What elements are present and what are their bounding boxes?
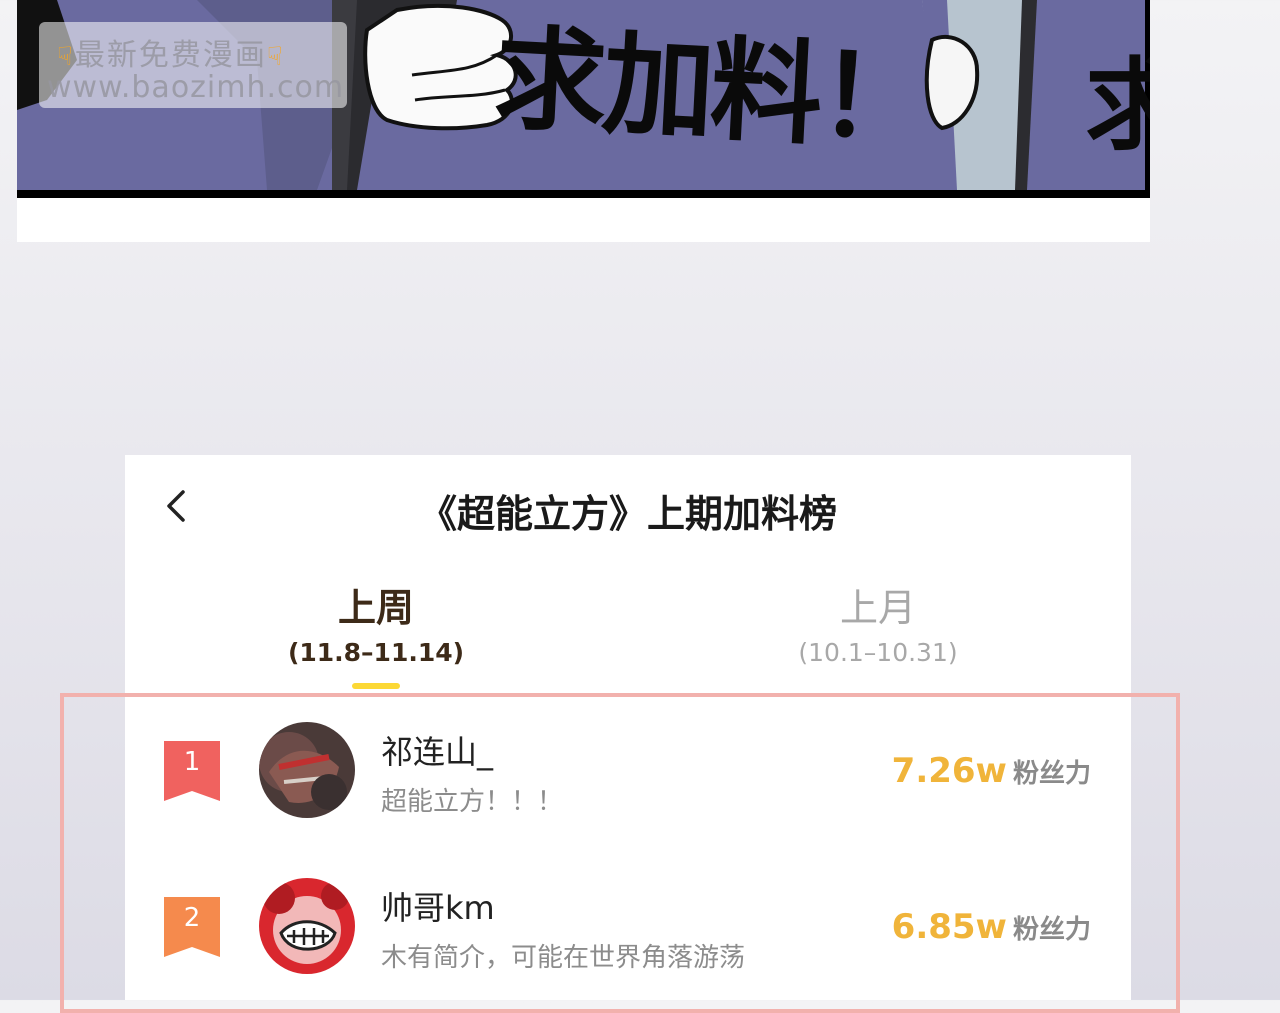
page-title: 《超能立方》上期加料榜 bbox=[418, 492, 837, 536]
tab-last-month[interactable]: 上月 (10.1–10.31) bbox=[758, 585, 998, 673]
watermark-title: ☟最新免费漫画☟ bbox=[57, 30, 285, 74]
avatar[interactable] bbox=[259, 722, 355, 818]
score-unit: 粉丝力 bbox=[1012, 759, 1091, 789]
ranking-card: 《超能立方》上期加料榜 上周 (11.8–11.14) 上月 (10.1–10.… bbox=[125, 455, 1131, 1000]
tab-date-range: (11.8–11.14) bbox=[287, 638, 465, 667]
score-value: 7.26w bbox=[891, 751, 1007, 791]
tab-label: 上月 bbox=[839, 586, 916, 630]
rank-number: 1 bbox=[183, 747, 201, 777]
tab-label: 上周 bbox=[337, 586, 414, 630]
fan-power-score: 7.26w 粉丝力 bbox=[892, 751, 1091, 791]
user-name: 帅哥km bbox=[381, 889, 495, 927]
fan-power-score: 6.85w 粉丝力 bbox=[892, 907, 1091, 947]
rank-badge: 1 bbox=[164, 741, 220, 801]
rank-badge: 2 bbox=[164, 897, 220, 957]
score-unit: 粉丝力 bbox=[1012, 915, 1091, 945]
active-tab-indicator bbox=[352, 683, 400, 689]
comic-panel-container: 求加料！ 求 ☟最新免费漫画☟ www.baozimh.com bbox=[17, 0, 1150, 242]
user-bio: 超能立方！！！ bbox=[381, 787, 564, 817]
watermark-url: www.baozimh.com bbox=[47, 70, 345, 105]
comic-panel: 求加料！ 求 ☟最新免费漫画☟ www.baozimh.com bbox=[17, 0, 1150, 198]
svg-text:求: 求 bbox=[1085, 47, 1150, 164]
point-down-hand-icon: ☟ bbox=[266, 42, 285, 72]
ranking-row[interactable]: 1 祁连山_ 超能立方！！！ 7.26w 粉丝力 bbox=[125, 717, 1131, 837]
watermark: ☟最新免费漫画☟ www.baozimh.com bbox=[39, 22, 347, 108]
rank-number: 2 bbox=[183, 903, 201, 933]
tab-last-week[interactable]: 上周 (11.8–11.14) bbox=[256, 585, 496, 673]
user-bio: 木有简介，可能在世界角落游荡 bbox=[381, 943, 746, 973]
svg-text:求加料！: 求加料！ bbox=[491, 14, 929, 166]
avatar[interactable] bbox=[259, 878, 355, 974]
tab-date-range: (10.1–10.31) bbox=[798, 638, 958, 667]
score-value: 6.85w bbox=[891, 907, 1007, 947]
ranking-row[interactable]: 2 帅哥km 木有简介，可能在世界角落游荡 6.85w 粉丝力 bbox=[125, 873, 1131, 993]
user-name: 祁连山_ bbox=[381, 733, 494, 771]
watermark-text: 最新免费漫画 bbox=[74, 38, 267, 73]
point-down-hand-icon: ☟ bbox=[57, 42, 75, 72]
